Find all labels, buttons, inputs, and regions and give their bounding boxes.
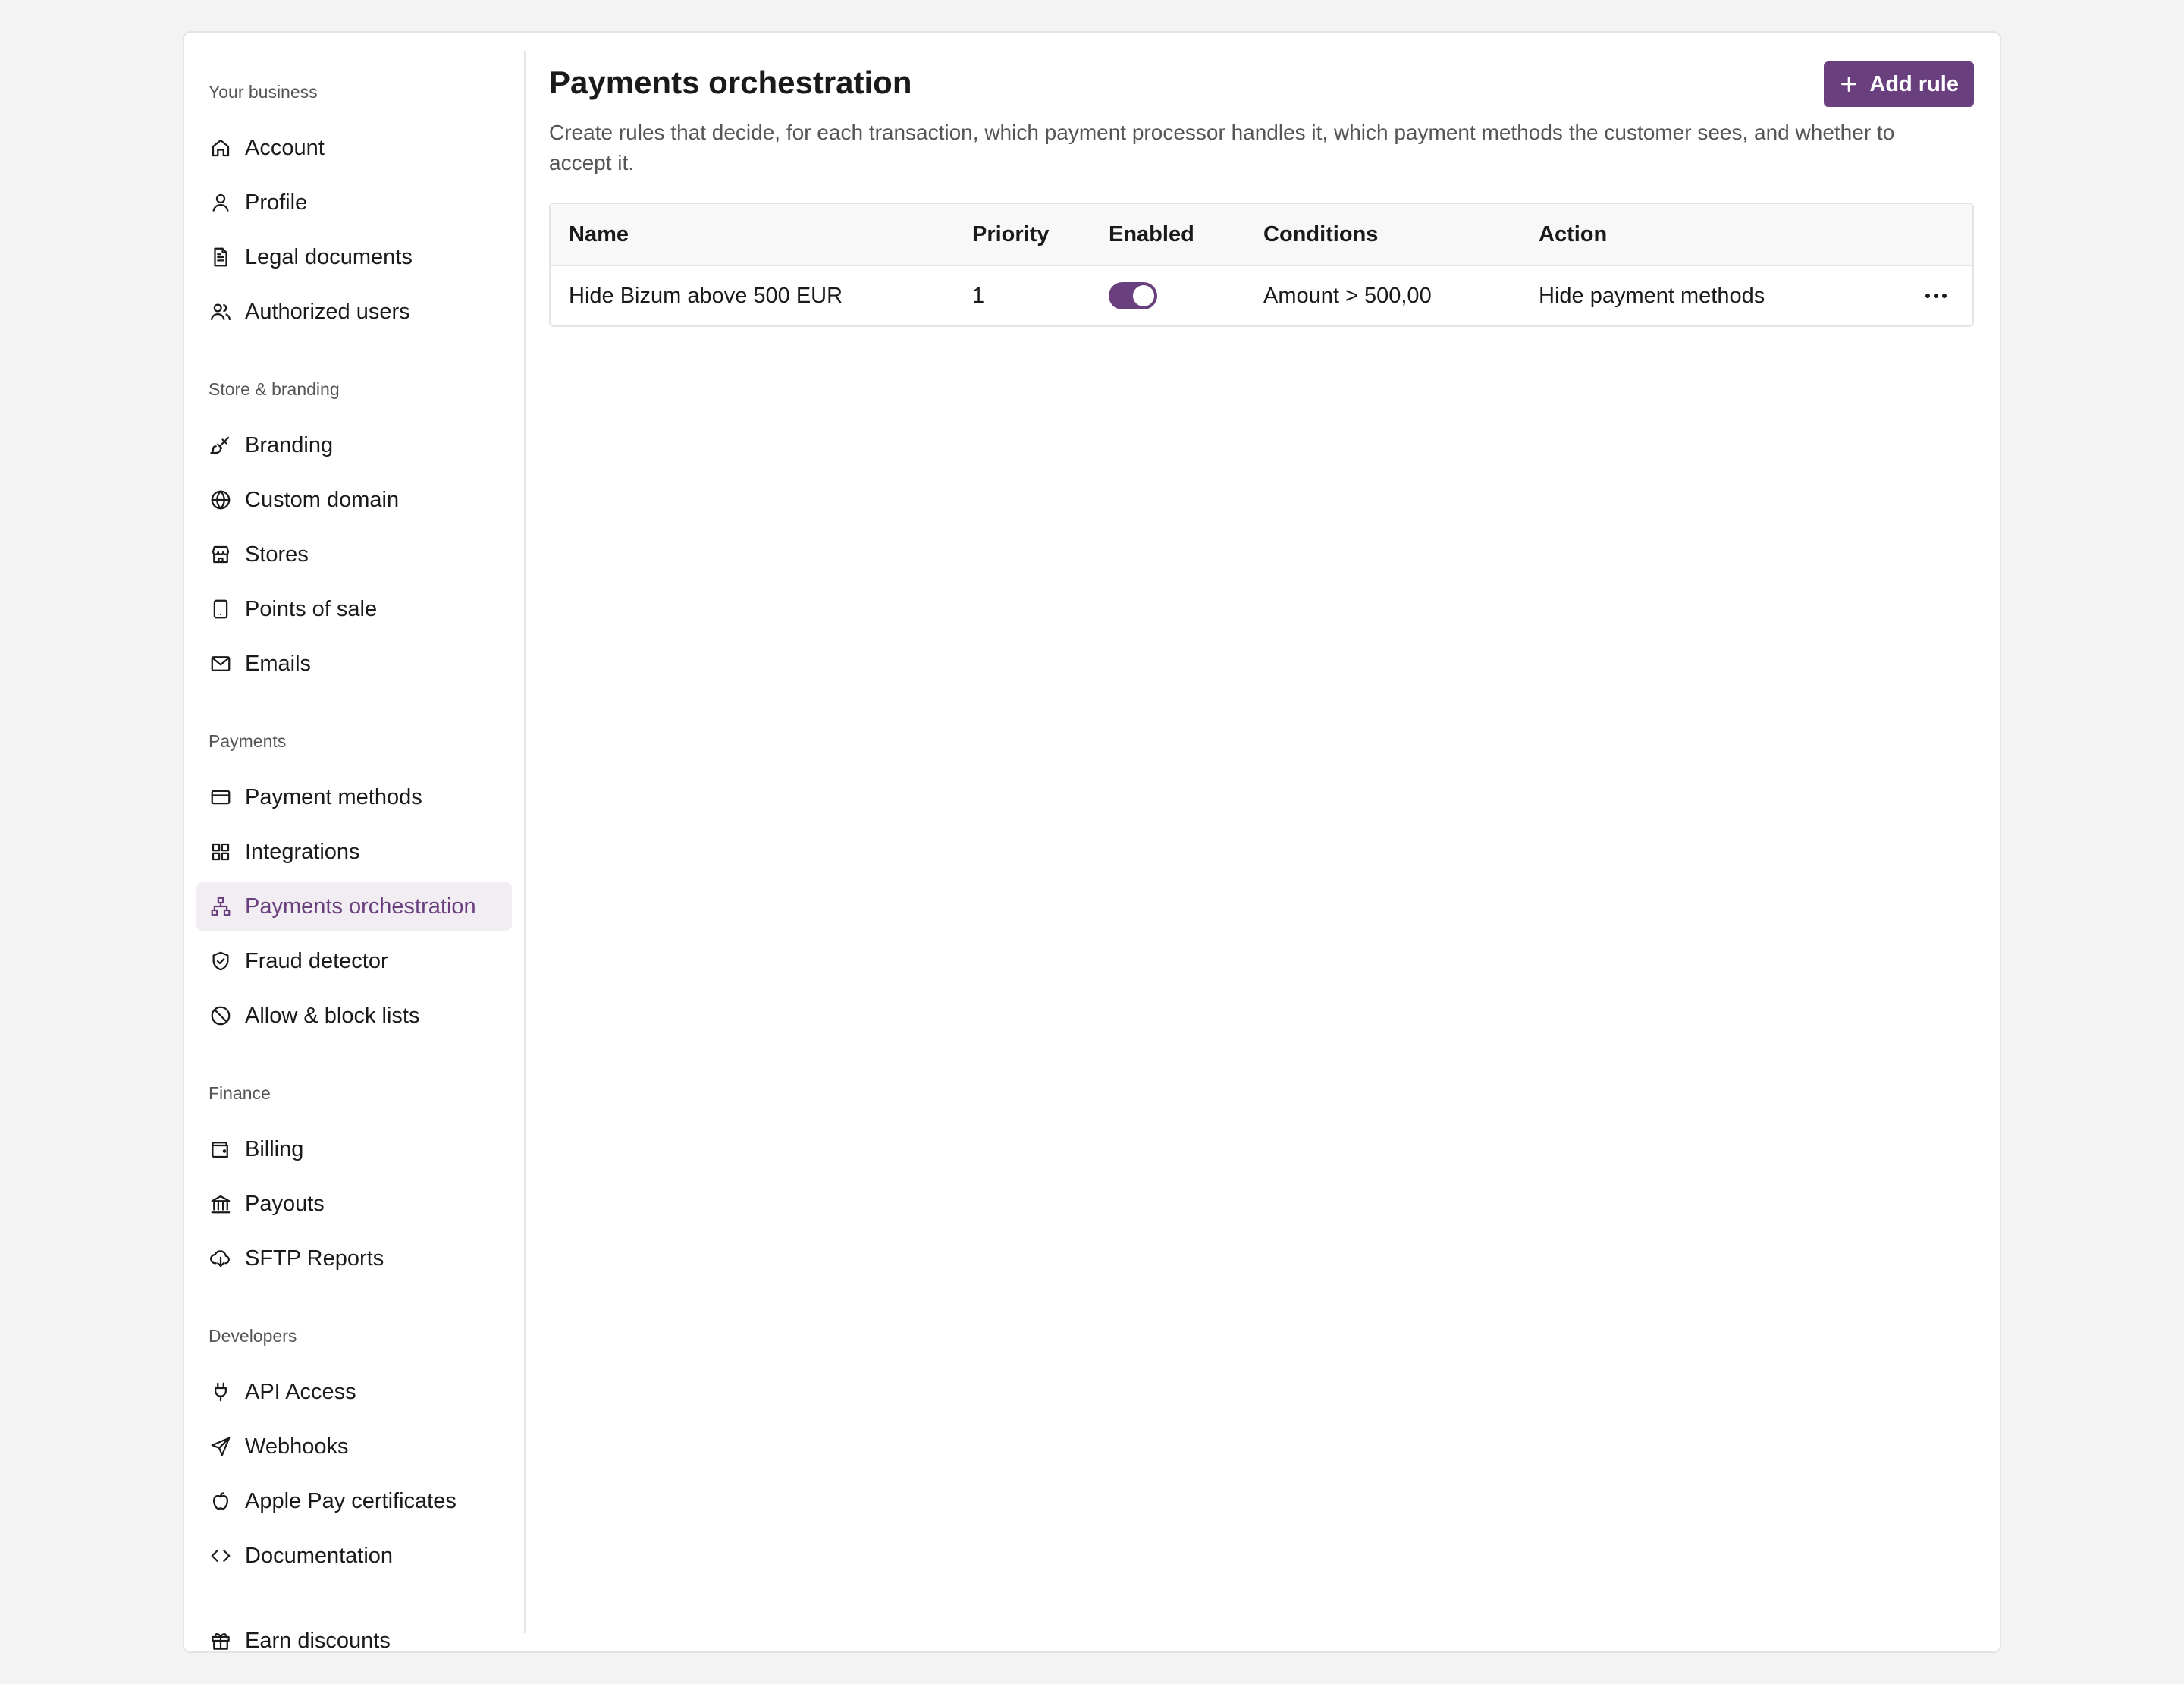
sidebar-item-stores[interactable]: Stores [196, 530, 512, 579]
column-header-name: Name [569, 221, 629, 247]
sidebar-item-label: Legal documents [245, 244, 413, 269]
sidebar-item-legal-documents[interactable]: Legal documents [196, 233, 512, 281]
send-icon [209, 1434, 233, 1459]
rules-table: Name Priority Enabled Conditions Action … [549, 203, 1974, 327]
page-description: Create rules that decide, for each trans… [549, 121, 1895, 174]
sidebar-item-label: Emails [245, 651, 312, 676]
sidebar-item-label: Points of sale [245, 596, 378, 621]
store-icon [209, 542, 233, 567]
column-header-action: Action [1539, 221, 1608, 247]
sidebar-item-integrations[interactable]: Integrations [196, 828, 512, 876]
rule-enabled-toggle[interactable] [1109, 282, 1157, 309]
ban-icon [209, 1004, 233, 1028]
apple-icon [209, 1489, 233, 1513]
sidebar-item-sftp-reports[interactable]: SFTP Reports [196, 1234, 512, 1283]
sidebar-item-apple-pay-certificates[interactable]: Apple Pay certificates [196, 1477, 512, 1525]
globe-icon [209, 488, 233, 512]
table-row[interactable]: Hide Bizum above 500 EUR 1 Amount > 500,… [551, 266, 1972, 325]
section-title-developers: Developers [209, 1326, 297, 1346]
row-menu-cell [1922, 266, 1950, 325]
add-rule-button[interactable]: Add rule [1824, 61, 1974, 107]
sidebar-item-api-access[interactable]: API Access [196, 1368, 512, 1416]
network-icon [209, 894, 233, 919]
plus-icon [1841, 77, 1857, 92]
sidebar-item-points-of-sale[interactable]: Points of sale [196, 585, 512, 633]
page-title: Payments orchestration [549, 64, 912, 100]
document-icon [209, 245, 233, 269]
settings-sidebar: Your business Account Profile Legal docu… [184, 51, 526, 1653]
sidebar-item-custom-domain[interactable]: Custom domain [196, 476, 512, 524]
users-icon [209, 300, 233, 324]
wallet-icon [209, 1137, 233, 1161]
section-title-store-branding: Store & branding [209, 379, 340, 399]
rule-action: Hide payment methods [1539, 283, 1765, 308]
sidebar-item-label: Payment methods [245, 784, 422, 809]
sidebar-item-fraud-detector[interactable]: Fraud detector [196, 937, 512, 985]
sidebar-item-earn-discounts[interactable]: Earn discounts [196, 1616, 512, 1665]
sidebar-item-emails[interactable]: Emails [196, 639, 512, 688]
sidebar-item-label: Integrations [245, 839, 360, 864]
user-icon [209, 190, 233, 215]
sidebar-item-authorized-users[interactable]: Authorized users [196, 287, 512, 336]
sidebar-item-label: Account [245, 135, 325, 160]
rule-conditions: Amount > 500,00 [1263, 283, 1432, 308]
sidebar-item-documentation[interactable]: Documentation [196, 1532, 512, 1580]
sidebar-item-payment-methods[interactable]: Payment methods [196, 773, 512, 822]
rule-name: Hide Bizum above 500 EUR [569, 283, 843, 308]
gift-icon [209, 1629, 233, 1653]
main-content: Payments orchestration Add rule Create r… [549, 33, 1974, 1651]
settings-card: Your business Account Profile Legal docu… [183, 31, 2001, 1653]
home-icon [209, 136, 233, 160]
cloud-download-icon [209, 1246, 233, 1271]
grid-icon [209, 840, 233, 864]
sidebar-item-payouts[interactable]: Payouts [196, 1180, 512, 1228]
sidebar-item-label: Payments orchestration [245, 894, 476, 919]
column-header-conditions: Conditions [1263, 221, 1379, 247]
code-icon [209, 1544, 233, 1568]
more-options-icon[interactable] [1922, 286, 1950, 306]
sidebar-item-allow-block-lists[interactable]: Allow & block lists [196, 991, 512, 1040]
brush-icon [209, 433, 233, 457]
section-title-payments: Payments [209, 731, 287, 751]
sidebar-item-label: Documentation [245, 1543, 394, 1568]
sidebar-item-label: Branding [245, 432, 334, 457]
sidebar-item-payments-orchestration[interactable]: Payments orchestration [196, 882, 512, 931]
sidebar-item-account[interactable]: Account [196, 124, 512, 172]
sidebar-item-label: API Access [245, 1379, 356, 1404]
sidebar-item-label: Allow & block lists [245, 1003, 420, 1028]
sidebar-item-webhooks[interactable]: Webhooks [196, 1422, 512, 1471]
sidebar-item-label: Apple Pay certificates [245, 1488, 457, 1513]
rule-enabled-cell [1109, 266, 1157, 325]
sidebar-item-label: Webhooks [245, 1434, 349, 1459]
add-rule-label: Add rule [1869, 71, 1959, 96]
table-header: Name Priority Enabled Conditions Action [551, 204, 1972, 266]
column-header-enabled: Enabled [1109, 221, 1194, 247]
toggle-knob [1133, 285, 1154, 306]
section-title-your-business: Your business [209, 82, 318, 102]
sidebar-item-label: Payouts [245, 1191, 325, 1216]
shield-check-icon [209, 949, 233, 973]
credit-card-icon [209, 785, 233, 809]
bank-icon [209, 1192, 233, 1216]
sidebar-item-label: Fraud detector [245, 948, 388, 973]
plug-icon [209, 1380, 233, 1404]
sidebar-item-profile[interactable]: Profile [196, 178, 512, 227]
rule-priority: 1 [972, 283, 985, 308]
mail-icon [209, 652, 233, 676]
sidebar-item-label: Billing [245, 1136, 304, 1161]
sidebar-item-label: Profile [245, 190, 308, 215]
section-title-finance: Finance [209, 1083, 271, 1103]
sidebar-item-label: Authorized users [245, 299, 410, 324]
sidebar-item-label: Earn discounts [245, 1628, 391, 1653]
sidebar-item-branding[interactable]: Branding [196, 421, 512, 470]
sidebar-item-label: SFTP Reports [245, 1246, 384, 1271]
tablet-icon [209, 597, 233, 621]
sidebar-item-label: Stores [245, 542, 309, 567]
sidebar-item-billing[interactable]: Billing [196, 1125, 512, 1173]
sidebar-item-label: Custom domain [245, 487, 400, 512]
column-header-priority: Priority [972, 221, 1050, 247]
